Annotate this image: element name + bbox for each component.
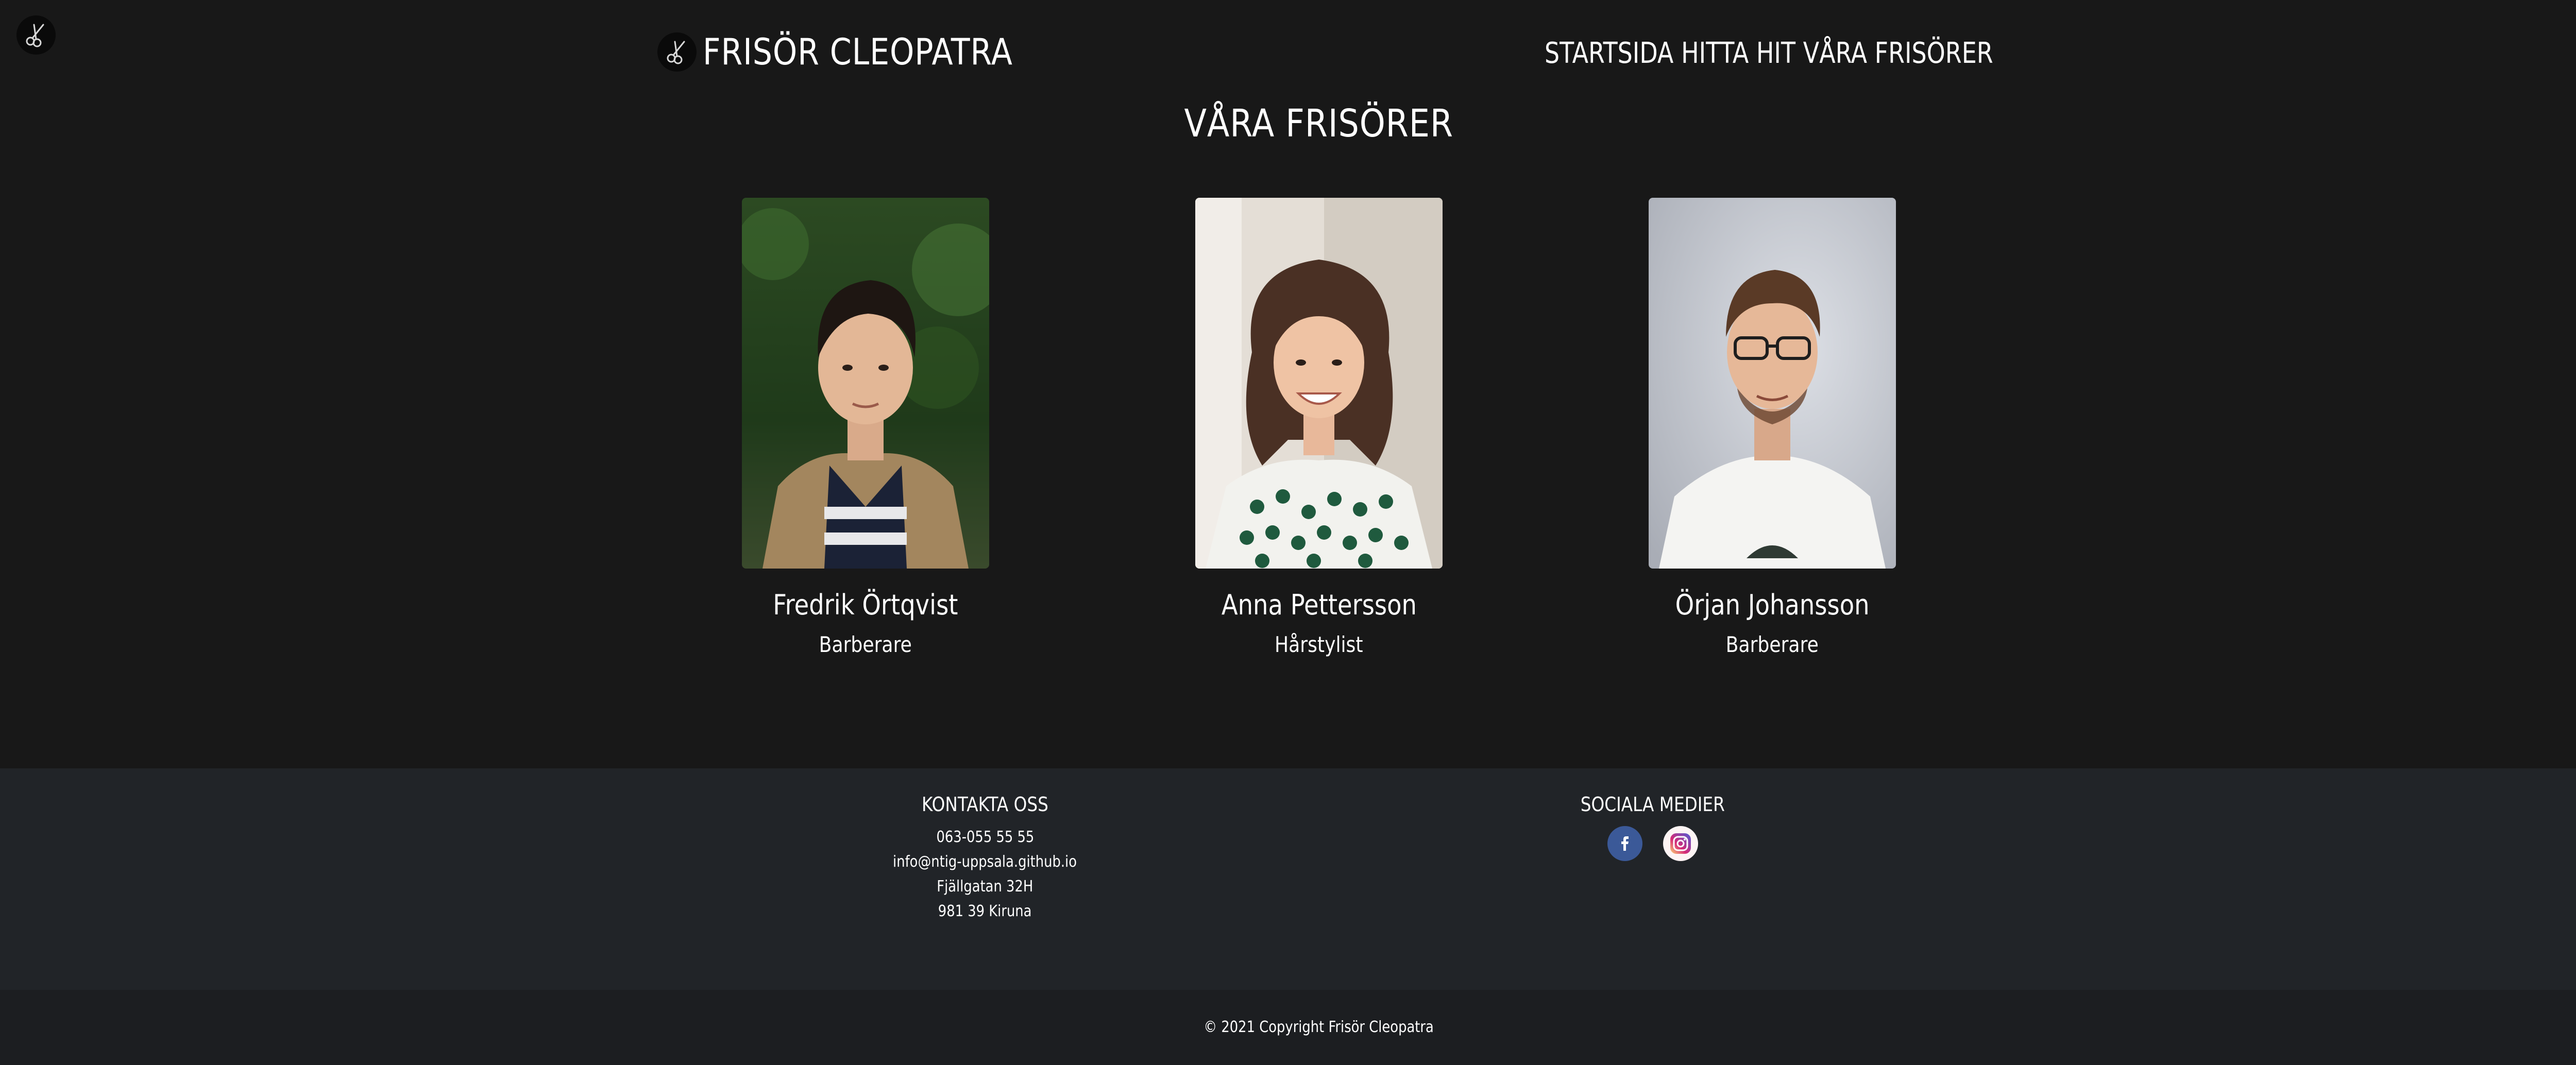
staff-role-text: Hårstylist: [1275, 632, 1363, 657]
staff-card: Anna Pettersson Hårstylist: [1164, 198, 1473, 659]
contact-email[interactable]: info@ntig-uppsala.github.io: [805, 850, 1165, 874]
staff-card: Örjan Johansson Barberare: [1618, 198, 1927, 659]
staff-role-text: Barberare: [819, 632, 912, 657]
staff-photo: [1649, 198, 1896, 569]
page-title-text: VÅRA FRISÖRER: [1184, 101, 1454, 146]
contact-city-text: 981 39 Kiruna: [938, 902, 1032, 920]
main-nav: STARTSIDA HITTA HIT VÅRA FRISÖRER: [1545, 33, 1993, 74]
nav-link-vara-frisorer[interactable]: VÅRA FRISÖRER: [1803, 33, 1993, 74]
staff-name-text: Anna Pettersson: [1221, 589, 1417, 621]
contact-city: 981 39 Kiruna: [805, 899, 1165, 924]
staff-name-text: Örjan Johansson: [1675, 589, 1870, 621]
staff-photo: [742, 198, 989, 569]
staff-role-text: Barberare: [1725, 632, 1819, 657]
site-header: FRISÖR CLEOPATRA STARTSIDA HITTA HIT VÅR…: [0, 0, 2576, 103]
social-heading: SOCIALA MEDIER: [1472, 791, 1833, 818]
contact-street: Fjällgatan 32H: [805, 874, 1165, 899]
copyright: © 2021 Copyright Frisör Cleopatra: [1185, 1017, 1452, 1038]
contact-section: KONTAKTA OSS 063-055 55 55 info@ntig-upp…: [805, 791, 1165, 924]
staff-name: Fredrik Örtqvist: [711, 587, 1020, 623]
contact-street-text: Fjällgatan 32H: [937, 878, 1033, 896]
staff-name-text: Fredrik Örtqvist: [773, 589, 958, 621]
staff-role: Barberare: [711, 630, 1020, 659]
contact-email-text: info@ntig-uppsala.github.io: [893, 853, 1077, 871]
facebook-icon[interactable]: [1607, 826, 1642, 861]
brand-name: FRISÖR CLEOPATRA: [703, 31, 1013, 73]
staff-role: Hårstylist: [1164, 630, 1473, 659]
nav-link-startsida[interactable]: STARTSIDA: [1545, 33, 1673, 74]
copyright-bar: © 2021 Copyright Frisör Cleopatra: [0, 990, 2576, 1065]
instagram-icon[interactable]: [1663, 826, 1698, 861]
staff-name: Anna Pettersson: [1164, 587, 1473, 623]
brand[interactable]: FRISÖR CLEOPATRA: [657, 29, 1063, 75]
staff-card: Fredrik Örtqvist Barberare: [711, 198, 1020, 659]
staff-role: Barberare: [1618, 630, 1927, 659]
social-heading-text: SOCIALA MEDIER: [1581, 793, 1725, 816]
staff-photo: [1195, 198, 1443, 569]
contact-phone[interactable]: 063-055 55 55: [805, 825, 1165, 850]
copyright-text: © 2021 Copyright Frisör Cleopatra: [1204, 1018, 1434, 1036]
contact-heading-text: KONTAKTA OSS: [922, 793, 1048, 816]
nav-link-hitta-hit[interactable]: HITTA HIT: [1681, 33, 1795, 74]
social-section: SOCIALA MEDIER: [1472, 791, 1833, 861]
social-icons: [1472, 826, 1833, 861]
scissors-icon: [657, 32, 697, 72]
site-footer: KONTAKTA OSS 063-055 55 55 info@ntig-upp…: [0, 768, 2576, 990]
contact-heading: KONTAKTA OSS: [805, 791, 1165, 818]
page-title: VÅRA FRISÖRER: [0, 98, 2576, 149]
page: FRISÖR CLEOPATRA STARTSIDA HITTA HIT VÅR…: [0, 0, 2576, 1065]
contact-phone-text: 063-055 55 55: [936, 828, 1034, 846]
staff-name: Örjan Johansson: [1618, 587, 1927, 623]
